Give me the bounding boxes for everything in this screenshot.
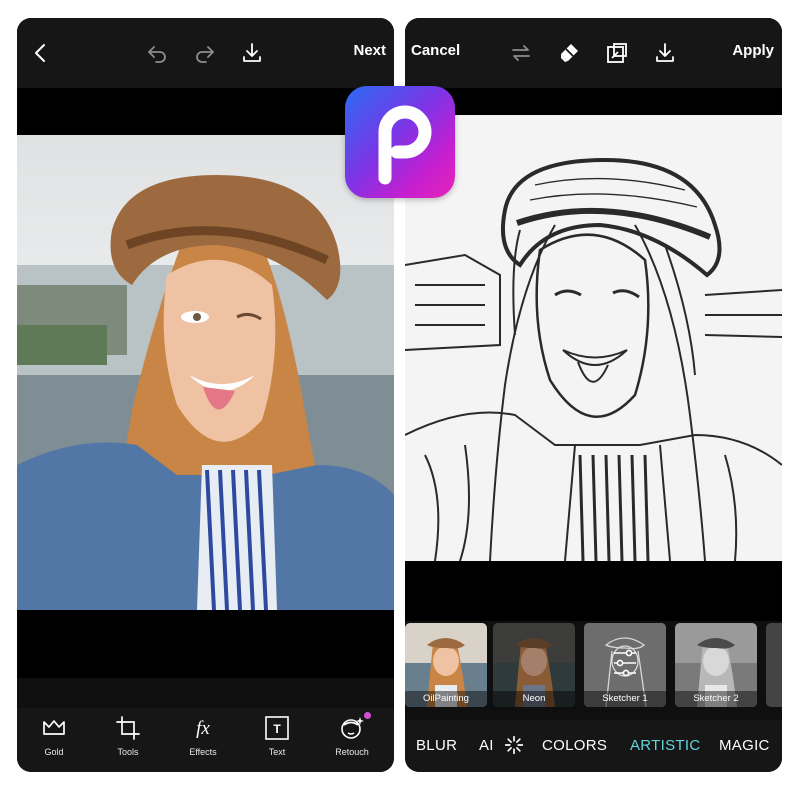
effects-button[interactable]: fx Effects [173, 714, 233, 757]
retouch-button[interactable]: Retouch [322, 712, 382, 757]
ai-sparkle-icon [504, 735, 524, 755]
crop-icon [116, 716, 140, 740]
tab-colors[interactable]: COLORS [542, 737, 607, 754]
compare-icon[interactable] [605, 41, 629, 65]
eraser-icon[interactable] [557, 41, 581, 65]
crown-icon [43, 720, 65, 735]
canvas-padding-bottom [17, 610, 394, 678]
effects-top-bar: Cancel Apply [405, 18, 782, 88]
retouch-face-icon [341, 717, 364, 739]
redo-icon[interactable] [193, 41, 217, 65]
sketch-photo [405, 157, 782, 561]
canvas-padding-top [405, 88, 782, 115]
tab-ai[interactable]: AI [479, 737, 494, 754]
filter-label: Sketcher 1 [584, 691, 666, 707]
filter-label: OilPainting [405, 691, 487, 707]
portrait-photo [17, 175, 394, 610]
premium-badge-dot [364, 712, 371, 719]
download-icon[interactable] [240, 41, 264, 65]
photo-canvas[interactable] [17, 135, 394, 610]
filter-thumb-neon[interactable]: Neon [493, 623, 575, 707]
filter-thumb-sketcher-1[interactable]: Sketcher 1 [584, 623, 666, 707]
filter-thumb-oilpainting[interactable]: OilPainting [405, 623, 487, 707]
tool-label: Tools [117, 747, 139, 757]
photo-editor-screen: Next Gold Tools fx Effects T Text Retouc… [17, 18, 394, 772]
fx-icon: fx [196, 718, 210, 739]
tool-label: Retouch [335, 747, 369, 757]
filter-thumb-partial[interactable] [766, 623, 782, 707]
editor-top-bar: Next [17, 18, 394, 88]
undo-icon[interactable] [145, 41, 169, 65]
tab-magic[interactable]: MAGIC [719, 737, 770, 754]
tool-label: Gold [44, 747, 64, 757]
filter-thumbnail-strip: OilPainting Neon Sketcher 1 Sketcher 2 [405, 621, 782, 709]
effect-category-tabs: BLUR AI COLORS ARTISTIC MAGIC [405, 720, 782, 772]
canvas-padding-top [17, 88, 394, 135]
tab-blur[interactable]: BLUR [416, 737, 457, 754]
tool-label: Text [268, 747, 286, 757]
next-button[interactable]: Next [353, 42, 386, 59]
text-icon: T [265, 716, 289, 740]
swap-icon[interactable] [509, 41, 533, 65]
svg-text:fx: fx [196, 718, 210, 739]
tab-artistic[interactable]: ARTISTIC [630, 737, 700, 754]
tools-button[interactable]: Tools [98, 714, 158, 757]
tool-label: Effects [189, 747, 217, 757]
filter-preview-image [766, 623, 782, 707]
filter-label: Sketcher 2 [675, 691, 757, 707]
text-button[interactable]: T Text [247, 714, 307, 757]
effects-screen: Cancel Apply OilPainting Neon Sketcher 1… [405, 18, 782, 772]
editor-toolbar: Gold Tools fx Effects T Text Retouch [17, 708, 394, 772]
cancel-button[interactable]: Cancel [411, 42, 460, 59]
svg-text:T: T [273, 722, 281, 736]
canvas-padding-bottom [405, 561, 782, 621]
download-icon[interactable] [653, 41, 677, 65]
filter-label: Neon [493, 691, 575, 707]
apply-button[interactable]: Apply [732, 42, 774, 59]
gold-tool-button[interactable]: Gold [24, 714, 84, 757]
sketch-preview-canvas[interactable] [405, 115, 782, 561]
back-chevron-icon[interactable] [29, 41, 53, 65]
filter-thumb-sketcher-2[interactable]: Sketcher 2 [675, 623, 757, 707]
picsart-logo [345, 86, 455, 198]
